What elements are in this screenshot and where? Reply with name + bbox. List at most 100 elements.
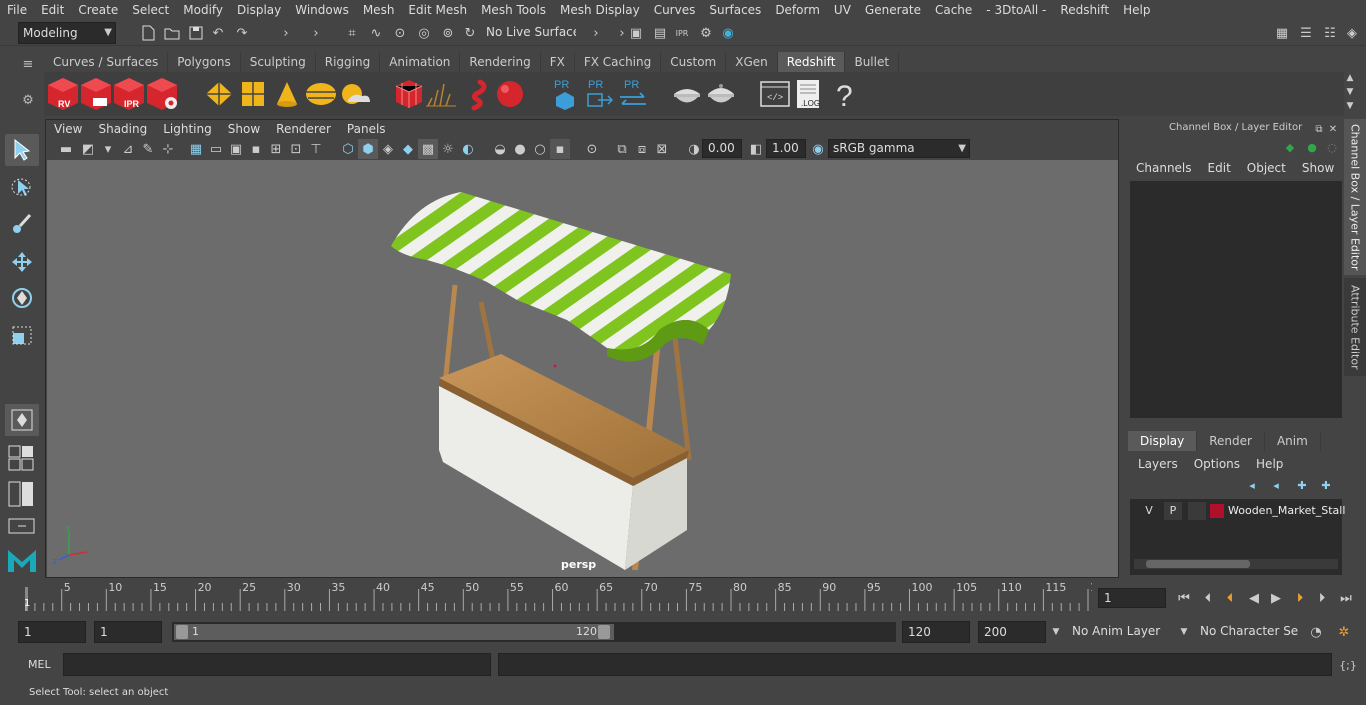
grease-pencil-icon[interactable]: ✎: [138, 139, 158, 159]
step-back-key-icon[interactable]: ⏴: [1198, 588, 1218, 608]
layer-menu-options[interactable]: Options: [1186, 452, 1248, 476]
rs-pr-swap-button[interactable]: PR: [616, 76, 650, 112]
layer-visibility-toggle[interactable]: V: [1140, 502, 1158, 520]
character-set-dropdown[interactable]: No Character Set: [1196, 621, 1298, 643]
layers-icon[interactable]: ◈: [1342, 23, 1362, 43]
current-frame-field[interactable]: 1: [1098, 588, 1166, 608]
shelf-menu-down-icon[interactable]: ▼: [1340, 100, 1360, 112]
layer-display-type-toggle[interactable]: [1188, 502, 1206, 520]
channel-lock-icon[interactable]: ●: [1304, 137, 1320, 157]
ipr-render-icon[interactable]: IPR: [672, 23, 692, 43]
script-editor-icon[interactable]: {;}: [1338, 655, 1358, 675]
channelbox-menu-object[interactable]: Object: [1239, 159, 1294, 177]
menu-edit-mesh[interactable]: Edit Mesh: [401, 0, 474, 20]
resolution-gate-icon[interactable]: ▣: [226, 139, 246, 159]
rs-render-seq-button[interactable]: [79, 76, 113, 112]
hypershade-icon[interactable]: ◉: [718, 23, 738, 43]
motion-blur-icon[interactable]: ◒: [490, 139, 510, 159]
menu-cache[interactable]: Cache: [928, 0, 979, 20]
menu-file[interactable]: File: [0, 0, 34, 20]
rs-log-button[interactable]: .LOG: [792, 76, 826, 112]
panel-menu-show[interactable]: Show: [220, 120, 268, 139]
layer-move-up-icon[interactable]: ◂: [1242, 475, 1262, 495]
layer-menu-help[interactable]: Help: [1248, 452, 1291, 476]
rs-volume-button[interactable]: [424, 76, 458, 112]
shelf-tab-sculpting[interactable]: Sculpting: [241, 52, 316, 72]
color-management-icon[interactable]: ◉: [808, 139, 828, 159]
menu-redshift[interactable]: Redshift: [1053, 0, 1116, 20]
layer-tab-display[interactable]: Display: [1128, 431, 1198, 451]
play-forward-icon[interactable]: ▶: [1266, 588, 1286, 608]
xray-icon[interactable]: ⊙: [582, 139, 602, 159]
snap-point-icon[interactable]: ⊙: [390, 23, 410, 43]
chevron-down-icon[interactable]: ▼: [1046, 622, 1066, 642]
shelf-tab-polygons[interactable]: Polygons: [168, 52, 241, 72]
tab-channel-box[interactable]: Channel Box / Layer Editor: [1344, 119, 1366, 275]
channel-key-icon[interactable]: ◆: [1282, 137, 1298, 157]
rs-material-button[interactable]: [670, 76, 704, 112]
shelf-scroll-up-icon[interactable]: ▲: [1340, 72, 1360, 84]
channelbox-menu-show[interactable]: Show: [1294, 159, 1342, 177]
rs-curve-button[interactable]: [458, 76, 492, 112]
snap-grid-icon[interactable]: ⌗: [342, 23, 362, 43]
channel-settings-icon[interactable]: ◌: [1324, 137, 1340, 157]
shelf-tab-curves-surfaces[interactable]: Curves / Surfaces: [44, 52, 169, 72]
depth-of-field-icon[interactable]: ○: [530, 139, 550, 159]
snap-view-icon[interactable]: ◎: [414, 23, 434, 43]
exposure-field[interactable]: 0.00: [702, 139, 742, 158]
textured-icon[interactable]: ◆: [398, 139, 418, 159]
outliner-icon[interactable]: ☰: [1296, 23, 1316, 43]
screen-space-ao-icon[interactable]: ◐: [458, 139, 478, 159]
xray-components-icon[interactable]: ⧈: [632, 139, 652, 159]
shelf-tab-rendering[interactable]: Rendering: [460, 52, 541, 72]
shadows-icon[interactable]: ☼: [438, 139, 458, 159]
layout-two-pane-button[interactable]: [5, 480, 39, 508]
layer-name[interactable]: Wooden_Market_Stall: [1228, 502, 1345, 520]
shelf-menu-icon[interactable]: ≡: [18, 54, 38, 74]
workspace-icon[interactable]: ▦: [1272, 23, 1292, 43]
undo-icon[interactable]: ↶: [208, 23, 228, 43]
play-backward-icon[interactable]: ◀: [1244, 588, 1264, 608]
scrollbar-thumb[interactable]: [1146, 560, 1250, 568]
rs-spot-light-button[interactable]: [270, 76, 304, 112]
rs-sphere-button[interactable]: [492, 76, 526, 112]
step-back-frame-icon[interactable]: ⏴: [1220, 588, 1240, 608]
menu-edit[interactable]: Edit: [34, 0, 71, 20]
xray-joints-icon[interactable]: ⧉: [612, 139, 632, 159]
colorspace-dropdown[interactable]: sRGB gamma ▼: [828, 139, 970, 158]
camera-attr-icon[interactable]: ◩: [78, 139, 98, 159]
snap-curve-icon[interactable]: ∿: [366, 23, 386, 43]
anim-prefs-icon[interactable]: ✲: [1334, 622, 1354, 642]
shelf-tab-redshift[interactable]: Redshift: [777, 52, 846, 72]
select-tool-button[interactable]: [5, 134, 39, 166]
field-chart-icon[interactable]: ⊞: [266, 139, 286, 159]
layer-menu-layers[interactable]: Layers: [1130, 452, 1186, 476]
menu-windows[interactable]: Windows: [288, 0, 356, 20]
safe-action-icon[interactable]: ⊡: [286, 139, 306, 159]
shelf-tab-fx[interactable]: FX: [541, 52, 575, 72]
menu-modify[interactable]: Modify: [176, 0, 230, 20]
shelf-tab-fx-caching[interactable]: FX Caching: [575, 52, 662, 72]
menu-generate[interactable]: Generate: [858, 0, 928, 20]
menu-mesh-display[interactable]: Mesh Display: [553, 0, 647, 20]
range-handle-end[interactable]: [598, 625, 610, 639]
range-slider[interactable]: 1 120: [172, 622, 896, 642]
grid-toggle-icon[interactable]: ▦: [186, 139, 206, 159]
layer-move-down-icon[interactable]: ◂: [1266, 475, 1286, 495]
rs-help-button[interactable]: ?: [828, 76, 862, 113]
anti-aliasing-icon[interactable]: ●: [510, 139, 530, 159]
menu-help[interactable]: Help: [1116, 0, 1157, 20]
range-slider-fill[interactable]: [174, 624, 614, 640]
render-view-icon[interactable]: ▣: [626, 23, 646, 43]
panel-menu-view[interactable]: View: [46, 120, 90, 139]
gate-mask-icon[interactable]: ▪: [246, 139, 266, 159]
rs-settings-button[interactable]: [145, 76, 179, 112]
menu-create[interactable]: Create: [71, 0, 125, 20]
paint-select-tool-button[interactable]: [5, 208, 39, 240]
render-settings-icon[interactable]: ⚙: [696, 23, 716, 43]
shelf-tab-animation[interactable]: Animation: [380, 52, 461, 72]
mode-dropdown[interactable]: Modeling ▼: [18, 22, 116, 44]
float-icon[interactable]: ⧉: [1312, 119, 1326, 139]
rs-material-alt-button[interactable]: [704, 76, 738, 112]
layer-row[interactable]: V P Wooden_Market_Stall: [1136, 502, 1345, 520]
